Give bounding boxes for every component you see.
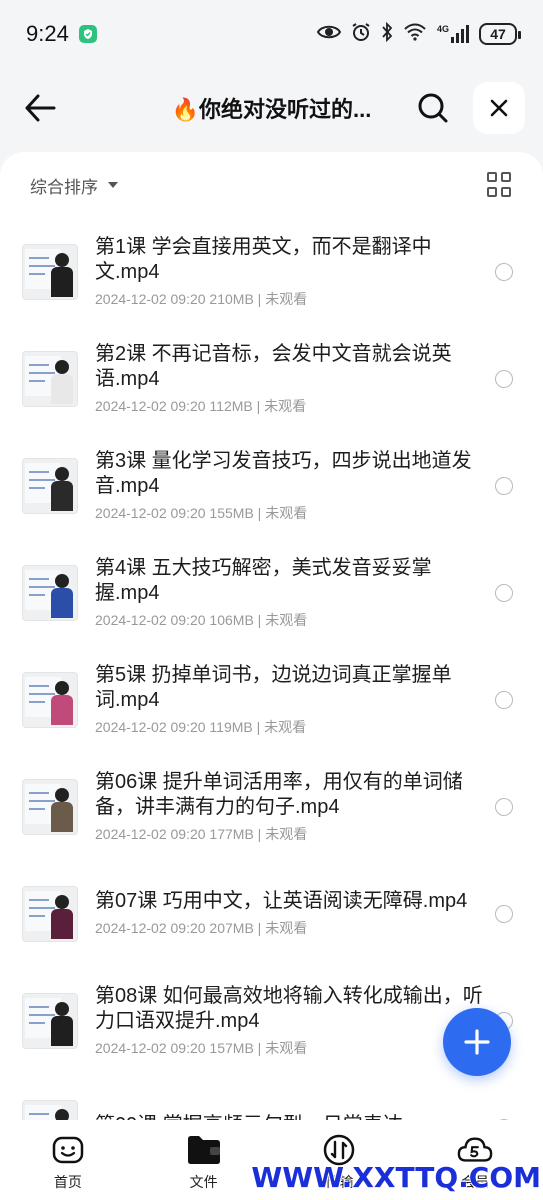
grid-view-icon[interactable] xyxy=(487,172,513,198)
caret-down-icon[interactable] xyxy=(108,182,118,188)
shield-check-icon xyxy=(78,25,97,43)
file-name: 第06课 提升单词活用率，用仅有的单词储备，讲丰满有力的句子.mp4 xyxy=(95,770,463,818)
file-list-item[interactable]: 第4课 五大技巧解密，美式发音妥妥掌握.mp4 2024-12-02 09:20… xyxy=(0,539,543,646)
sort-dropdown[interactable]: 综合排序 xyxy=(30,173,98,198)
nav-label: 首页 xyxy=(53,1174,82,1190)
signal-icon: 4G xyxy=(437,25,469,43)
file-info: 第1课 学会直接用英文，而不是翻译中文.mp4 2024-12-02 09:20… xyxy=(95,235,513,309)
nav-item-files[interactable]: 文件 xyxy=(154,1132,254,1192)
alarm-icon xyxy=(351,22,371,47)
folder-icon xyxy=(186,1132,222,1168)
file-info: 第06课 提升单词活用率，用仅有的单词储备，讲丰满有力的句子.mp4 2024-… xyxy=(95,770,513,844)
file-info: 第2课 不再记音标，会发中文音就会说英语.mp4 2024-12-02 09:2… xyxy=(95,342,513,416)
file-name: 第1课 学会直接用英文，而不是翻译中文.mp4 xyxy=(95,235,432,283)
file-info: 第3课 量化学习发音技巧，四步说出地道发音.mp4 2024-12-02 09:… xyxy=(95,449,513,523)
file-list-item[interactable]: 第1课 学会直接用英文，而不是翻译中文.mp4 2024-12-02 09:20… xyxy=(0,218,543,325)
file-info: 第5课 扔掉单词书，边说边词真正掌握单词.mp4 2024-12-02 09:2… xyxy=(95,663,513,737)
battery-indicator: 47 xyxy=(479,23,521,45)
close-button[interactable] xyxy=(473,82,525,134)
video-thumbnail xyxy=(22,992,78,1049)
video-thumbnail xyxy=(22,243,78,300)
file-meta: 2024-12-02 09:20 155MB | 未观看 xyxy=(95,504,308,521)
file-name: 第07课 巧用中文，让英语阅读无障碍.mp4 xyxy=(95,890,468,912)
header-bar: 🔥你绝对没听过的... xyxy=(0,68,543,148)
sort-toolbar: 综合排序 xyxy=(0,152,543,218)
arrow-left-icon xyxy=(25,94,56,122)
file-name: 第5课 扔掉单词书，边说边词真正掌握单词.mp4 xyxy=(95,663,452,711)
video-thumbnail xyxy=(22,457,78,514)
file-info: 第4课 五大技巧解密，美式发音妥妥掌握.mp4 2024-12-02 09:20… xyxy=(95,556,513,630)
file-list-panel: 综合排序 第1课 学会直接用英文，而不是翻译中文.mp4 2024-12-02 … xyxy=(0,152,543,1120)
file-name: 第2课 不再记音标，会发中文音就会说英语.mp4 xyxy=(95,342,452,390)
nav-item-home[interactable]: 首页 xyxy=(18,1132,118,1192)
select-radio[interactable] xyxy=(495,477,513,495)
file-meta: 2024-12-02 09:20 119MB | 未观看 xyxy=(95,718,307,735)
eye-icon xyxy=(316,23,342,46)
file-list: 第1课 学会直接用英文，而不是翻译中文.mp4 2024-12-02 09:20… xyxy=(0,218,543,1120)
file-meta: 2024-12-02 09:20 207MB | 未观看 xyxy=(95,920,308,936)
file-name: 第3课 量化学习发音技巧，四步说出地道发音.mp4 xyxy=(95,449,472,497)
file-list-item[interactable]: 第2课 不再记音标，会发中文音就会说英语.mp4 2024-12-02 09:2… xyxy=(0,325,543,432)
add-button[interactable] xyxy=(443,1008,511,1076)
bluetooth-icon xyxy=(381,21,393,47)
select-radio[interactable] xyxy=(495,691,513,709)
file-name: 第4课 五大技巧解密，美式发音妥妥掌握.mp4 xyxy=(95,556,432,604)
video-thumbnail xyxy=(22,564,78,621)
file-meta: 2024-12-02 09:20 157MB | 未观看 xyxy=(95,1039,308,1056)
select-radio[interactable] xyxy=(495,263,513,281)
wifi-icon xyxy=(403,23,427,46)
file-list-item[interactable]: 第09课 掌握高频元句型，日常表达 xyxy=(0,1074,543,1120)
search-icon xyxy=(418,93,448,123)
search-button[interactable] xyxy=(411,86,455,130)
video-thumbnail xyxy=(22,778,78,835)
watermark: WWW.XXTTQ.COM xyxy=(251,1161,541,1194)
video-thumbnail xyxy=(22,350,78,407)
select-radio[interactable] xyxy=(495,584,513,602)
file-info: 第09课 掌握高频元句型，日常表达 xyxy=(95,1113,513,1120)
plus-icon xyxy=(464,1029,490,1055)
file-meta: 2024-12-02 09:20 210MB | 未观看 xyxy=(95,290,308,307)
file-list-item[interactable]: 第5课 扔掉单词书，边说边词真正掌握单词.mp4 2024-12-02 09:2… xyxy=(0,646,543,753)
nav-label: 文件 xyxy=(189,1174,218,1190)
select-radio[interactable] xyxy=(495,905,513,923)
file-name: 第09课 掌握高频元句型，日常表达 xyxy=(95,1113,493,1120)
status-bar: 9:24 4G 47 xyxy=(0,0,543,68)
status-icons: 4G 47 xyxy=(316,21,521,47)
file-meta: 2024-12-02 09:20 177MB | 未观看 xyxy=(95,825,308,842)
file-info: 第07课 巧用中文，让英语阅读无障碍.mp4 2024-12-02 09:20 … xyxy=(95,889,513,938)
video-thumbnail xyxy=(22,1099,78,1120)
file-meta: 2024-12-02 09:20 112MB | 未观看 xyxy=(95,397,307,414)
file-meta: 2024-12-02 09:20 106MB | 未观看 xyxy=(95,611,308,628)
file-list-item[interactable]: 第07课 巧用中文，让英语阅读无障碍.mp4 2024-12-02 09:20 … xyxy=(0,860,543,967)
file-list-item[interactable]: 第3课 量化学习发音技巧，四步说出地道发音.mp4 2024-12-02 09:… xyxy=(0,432,543,539)
network-type: 4G xyxy=(436,24,449,34)
page-title: 🔥你绝对没听过的... xyxy=(171,97,372,122)
status-time: 9:24 xyxy=(26,21,69,46)
file-list-item[interactable]: 第06课 提升单词活用率，用仅有的单词储备，讲丰满有力的句子.mp4 2024-… xyxy=(0,753,543,860)
select-radio[interactable] xyxy=(495,798,513,816)
close-icon xyxy=(490,99,508,117)
video-thumbnail xyxy=(22,885,78,942)
home-face-icon xyxy=(50,1132,86,1168)
file-name: 第08课 如何最高效地将输入转化成输出，听力口语双提升.mp4 xyxy=(95,984,483,1032)
back-button[interactable] xyxy=(18,86,62,130)
select-radio[interactable] xyxy=(495,370,513,388)
video-thumbnail xyxy=(22,671,78,728)
